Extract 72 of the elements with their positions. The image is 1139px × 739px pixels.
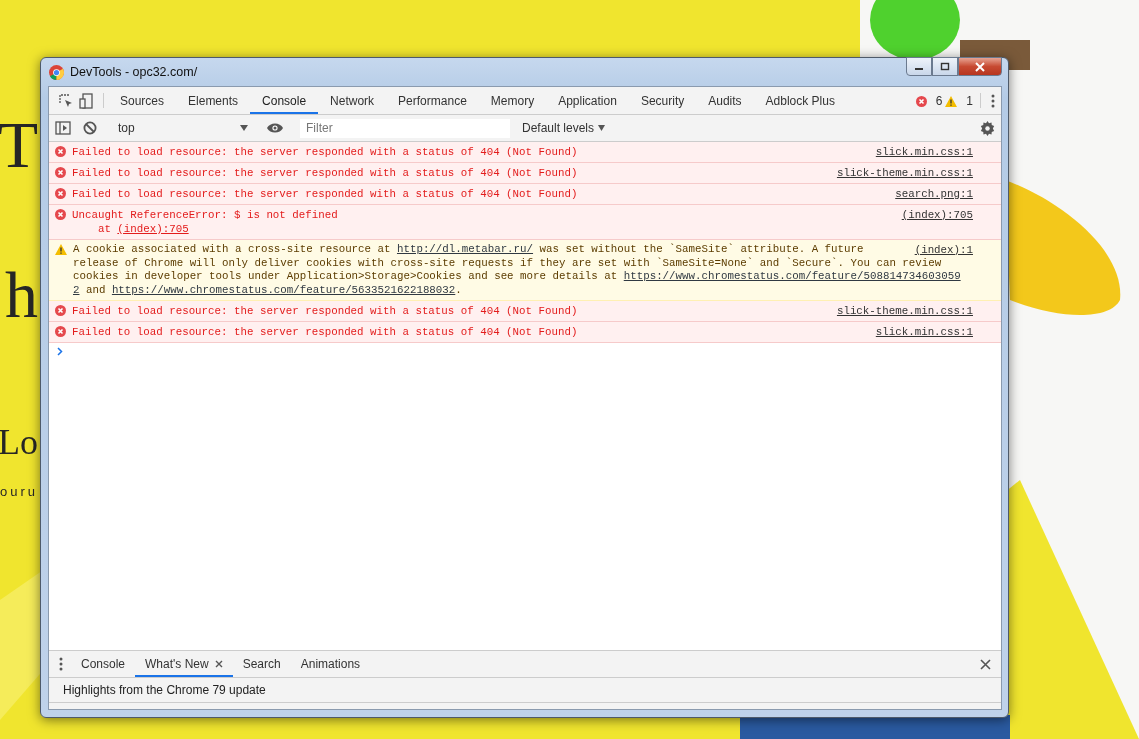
levels-dropdown[interactable]: Default levels bbox=[516, 120, 612, 136]
message-link[interactable]: http://dl.metabar.ru/ bbox=[396, 243, 534, 255]
source-link[interactable]: search.png:1 bbox=[895, 187, 973, 201]
drawer-menu-icon[interactable] bbox=[59, 657, 63, 671]
close-icon bbox=[974, 61, 986, 72]
eye-icon[interactable] bbox=[267, 123, 283, 133]
message-text: 2 and https://www.chromestatus.com/feature/5633521622188032. bbox=[73, 283, 462, 298]
close-drawer-icon[interactable] bbox=[980, 658, 991, 670]
drawer-tab[interactable]: Search bbox=[232, 653, 291, 677]
panel-tab[interactable]: Application bbox=[546, 89, 629, 114]
caret-icon bbox=[598, 125, 606, 131]
panel-tab[interactable]: Elements bbox=[176, 89, 251, 114]
close-button[interactable] bbox=[958, 57, 1002, 76]
warning-count: 1 bbox=[966, 93, 973, 108]
source-link[interactable]: slick.min.css:1 bbox=[875, 325, 973, 340]
context-select[interactable]: top bbox=[112, 117, 252, 139]
source-link[interactable]: slick-theme.min.css:1 bbox=[836, 304, 973, 319]
message-text: cookies in developer tools under Application>Storage>Cookies and see more details at https://www.chromestatus.com/feature/508814734603059 bbox=[73, 270, 961, 284]
warning-icon bbox=[945, 95, 958, 107]
panel-tab[interactable]: Sources bbox=[108, 89, 177, 114]
message-link[interactable]: https://www.chromestatus.com/feature/5633521622188032 bbox=[111, 283, 456, 296]
inspect-icon[interactable] bbox=[59, 93, 73, 108]
message-text: at (index):705 bbox=[96, 222, 189, 236]
error-icon bbox=[55, 167, 66, 178]
message-link[interactable]: (index):705 bbox=[117, 223, 189, 235]
warning-icon bbox=[55, 244, 67, 255]
error-icon bbox=[55, 146, 66, 157]
maximize-button[interactable] bbox=[932, 57, 958, 76]
panel-tab[interactable]: Adblock Plus bbox=[753, 89, 847, 114]
message-text: Failed to load resource: the server responded with a status of 404 (Not Found) bbox=[72, 304, 578, 319]
drawer-tab[interactable]: Animations bbox=[290, 653, 371, 677]
error-icon bbox=[55, 188, 66, 199]
error-count: 6 bbox=[935, 93, 943, 108]
settings-icon[interactable] bbox=[980, 120, 995, 136]
browser-logo-icon bbox=[49, 64, 64, 80]
error-icon bbox=[55, 326, 66, 338]
filter-field[interactable]: Filter bbox=[300, 118, 510, 138]
drawer-tab[interactable]: Console bbox=[71, 653, 136, 677]
heading-fragment: h bbox=[5, 262, 38, 328]
message-text: Failed to load resource: the server responded with a status of 404 (Not Found) bbox=[72, 166, 578, 180]
maximize-icon bbox=[940, 62, 950, 71]
source-link[interactable]: (index):705 bbox=[901, 208, 973, 222]
panel-tab[interactable]: Performance bbox=[386, 89, 479, 114]
message-text: Failed to load resource: the server responded with a status of 404 (Not Found) bbox=[72, 325, 578, 340]
caret-icon bbox=[240, 125, 248, 131]
panel-tab[interactable]: Network bbox=[318, 89, 387, 114]
whats-new-text: Highlights from the Chrome 79 update bbox=[63, 683, 266, 697]
message-text: release of Chrome will only deliver cookies with cross-site requests if they are set with `SameSite=None` and `Secure`. You can review bbox=[73, 256, 942, 271]
source-link[interactable]: (index):1 bbox=[914, 243, 973, 257]
panel-tab[interactable]: Memory bbox=[478, 89, 547, 114]
message-text: Failed to load resource: the server responded with a status of 404 (Not Found) bbox=[72, 187, 578, 201]
source-link[interactable]: slick-theme.min.css:1 bbox=[836, 166, 973, 180]
sidebar-toggle-icon[interactable] bbox=[55, 121, 71, 135]
error-icon bbox=[55, 305, 66, 317]
window-title: DevTools - opc32.com/ bbox=[70, 65, 199, 79]
close-tab-icon[interactable] bbox=[214, 660, 223, 668]
prompt-icon bbox=[57, 347, 63, 357]
message-text: A cookie associated with a cross-site resource at http://dl.metabar.ru/ was set without the `SameSite` attribute. A future bbox=[73, 243, 864, 257]
message-text: Failed to load resource: the server responded with a status of 404 (Not Found) bbox=[72, 145, 578, 159]
panel-tab[interactable]: Security bbox=[628, 89, 697, 114]
error-icon bbox=[915, 95, 927, 107]
error-icon bbox=[55, 209, 66, 220]
message-link[interactable]: 2 bbox=[73, 283, 80, 296]
message-link[interactable]: https://www.chromestatus.com/feature/508814734603059 bbox=[623, 270, 961, 283]
clear-icon[interactable] bbox=[83, 121, 97, 135]
source-link[interactable]: slick.min.css:1 bbox=[875, 145, 973, 159]
menu-icon[interactable] bbox=[991, 93, 995, 108]
heading-fragment: ouru bbox=[0, 485, 38, 498]
message-text: Uncaught ReferenceError: $ is not defined bbox=[72, 208, 338, 222]
minimize-button[interactable] bbox=[906, 57, 932, 76]
panel-tab[interactable]: Audits bbox=[696, 89, 754, 114]
device-icon[interactable] bbox=[79, 92, 93, 109]
